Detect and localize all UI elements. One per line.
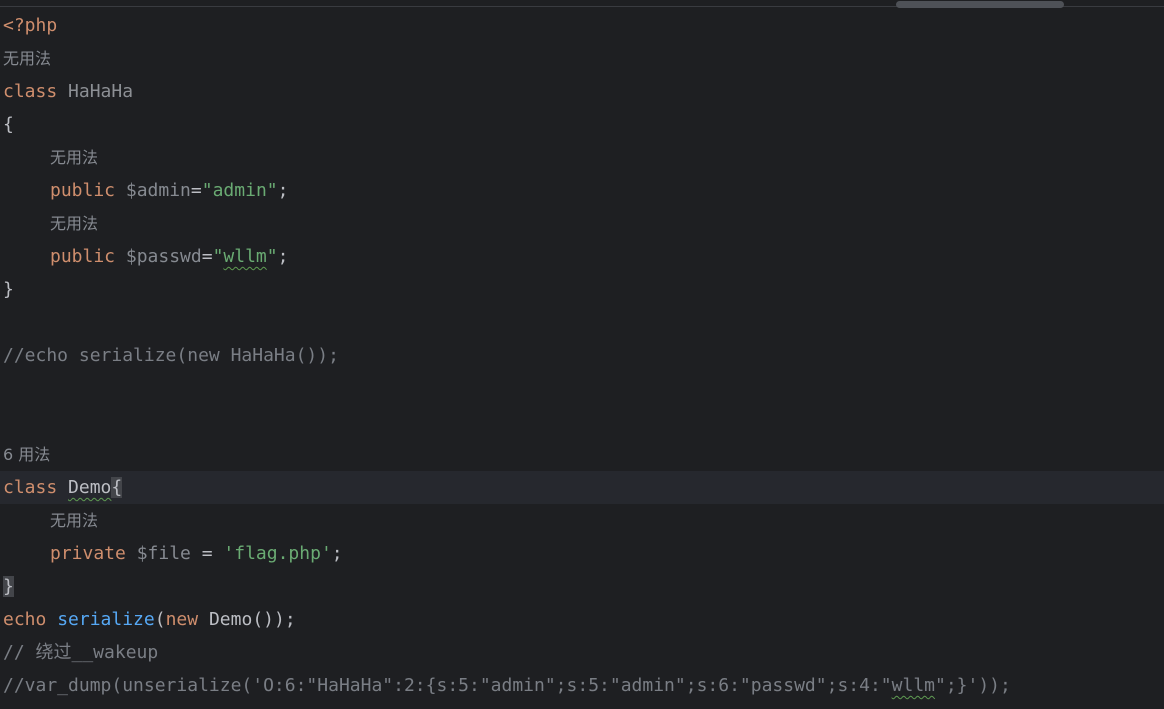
semicolon: ; xyxy=(277,246,289,267)
code-line-close-brace[interactable]: } xyxy=(0,570,1164,603)
assign-operator: = xyxy=(190,543,224,564)
function-serialize: serialize xyxy=(57,609,155,630)
keyword-class: class xyxy=(3,477,58,498)
code-editor[interactable]: <?php 无用法 class HaHaHa { 无用法 public $adm… xyxy=(0,0,1164,709)
code-line-open-brace[interactable]: { xyxy=(0,108,1164,141)
code-line-file-property[interactable]: private $file = 'flag.php'; xyxy=(0,537,1164,570)
keyword-public: public xyxy=(50,180,116,201)
code-line-class-demo-current[interactable]: class Demo{ xyxy=(0,471,1164,504)
usage-hint-text[interactable]: 无用法 xyxy=(50,148,98,167)
string-quote: " xyxy=(266,246,278,267)
keyword-class: class xyxy=(3,81,58,102)
usage-hint-text[interactable]: 6 用法 xyxy=(3,445,50,464)
class-reference: Demo xyxy=(208,609,253,630)
usage-hint[interactable]: 6 用法 xyxy=(0,438,1164,471)
keyword-public: public xyxy=(50,246,116,267)
open-paren: ( xyxy=(154,609,166,630)
close-brace: } xyxy=(3,279,14,300)
usage-hint[interactable]: 无用法 xyxy=(0,504,1164,537)
keyword-new: new xyxy=(165,609,199,630)
closing-punctuation: ()); xyxy=(252,609,296,630)
string-literal-typo: wllm xyxy=(223,246,267,267)
variable-file: $file xyxy=(136,543,191,564)
class-name: Demo xyxy=(68,477,112,498)
usage-hint[interactable]: 无用法 xyxy=(0,207,1164,240)
code-line-empty[interactable] xyxy=(0,405,1164,438)
assign-operator: = xyxy=(190,180,202,201)
code-area[interactable]: <?php 无用法 class HaHaHa { 无用法 public $adm… xyxy=(0,9,1164,702)
code-line-comment-wakeup[interactable]: // 绕过__wakeup xyxy=(0,636,1164,669)
code-line-comment-echo[interactable]: //echo serialize(new HaHaHa()); xyxy=(0,339,1164,372)
comment: //echo serialize(new HaHaHa()); xyxy=(3,345,339,366)
keyword-private: private xyxy=(50,543,126,564)
string-quote: " xyxy=(212,246,224,267)
code-line-class-hahaha[interactable]: class HaHaHa xyxy=(0,75,1164,108)
string-quote: " xyxy=(266,180,278,201)
usage-hint-text[interactable]: 无用法 xyxy=(50,214,98,233)
usage-hint[interactable]: 无用法 xyxy=(0,141,1164,174)
code-line-admin-property[interactable]: public $admin="admin"; xyxy=(0,174,1164,207)
usage-hint-text[interactable]: 无用法 xyxy=(3,49,51,68)
code-line-empty[interactable] xyxy=(0,372,1164,405)
string-literal: 'flag.php' xyxy=(223,543,332,564)
open-brace-highlighted: { xyxy=(111,477,123,498)
code-line-1[interactable]: <?php xyxy=(0,9,1164,42)
code-line-passwd-property[interactable]: public $passwd="wllm"; xyxy=(0,240,1164,273)
assign-operator: = xyxy=(201,246,213,267)
code-line-comment-var-dump[interactable]: //var_dump(unserialize('O:6:"HaHaHa":2:{… xyxy=(0,669,1164,702)
code-line-echo-serialize[interactable]: echo serialize(new Demo()); xyxy=(0,603,1164,636)
variable-passwd: $passwd xyxy=(125,246,202,267)
string-quote: " xyxy=(201,180,213,201)
horizontal-scrollbar-thumb[interactable] xyxy=(896,1,1064,8)
usage-hint[interactable]: 无用法 xyxy=(0,42,1164,75)
code-line-empty[interactable] xyxy=(0,306,1164,339)
comment: // 绕过__wakeup xyxy=(3,642,159,663)
comment: //var_dump(unserialize('O:6:"HaHaHa":2:{… xyxy=(3,675,892,696)
usage-hint-text[interactable]: 无用法 xyxy=(50,511,98,530)
comment-typo: wllm xyxy=(891,675,935,696)
semicolon: ; xyxy=(277,180,289,201)
comment: ";}')); xyxy=(935,675,1011,696)
semicolon: ; xyxy=(331,543,343,564)
close-brace-highlighted: } xyxy=(3,576,14,597)
class-name: HaHaHa xyxy=(68,81,134,102)
string-literal: admin xyxy=(212,180,267,201)
keyword-echo: echo xyxy=(3,609,47,630)
open-brace: { xyxy=(3,114,14,135)
code-line-close-brace[interactable]: } xyxy=(0,273,1164,306)
php-open-tag: <?php xyxy=(3,15,58,36)
variable-admin: $admin xyxy=(125,180,191,201)
